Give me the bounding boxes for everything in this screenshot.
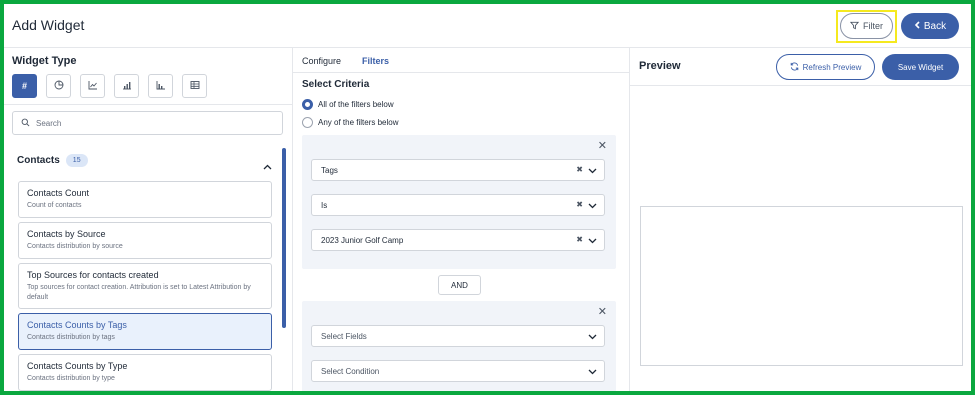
card-description: Top sources for contact creation. Attrib…	[27, 284, 251, 301]
save-widget-button[interactable]: Save Widget	[882, 54, 959, 80]
refresh-preview-button[interactable]: Refresh Preview	[776, 54, 875, 80]
chevron-down-icon[interactable]	[588, 237, 597, 246]
condition-select-placeholder: Select Condition	[321, 366, 380, 376]
preview-panel: Preview Refresh Preview Save Widget	[630, 48, 971, 391]
preview-canvas	[640, 206, 963, 366]
clear-icon[interactable]: ✖	[576, 165, 583, 174]
value-select[interactable]: 2023 Junior Golf Camp ✖	[311, 229, 605, 251]
card-title: Contacts Counts by Tags	[27, 320, 127, 330]
preview-title: Preview	[639, 60, 681, 72]
clear-icon[interactable]: ✖	[576, 235, 583, 244]
horizontal-bar-chart-icon	[156, 80, 166, 92]
contacts-group-header[interactable]: Contacts 15	[17, 154, 88, 167]
chevron-left-icon	[914, 20, 921, 32]
condition-select-value: Is	[321, 200, 328, 210]
filter-button[interactable]: Filter	[840, 13, 893, 39]
card-title: Contacts Count	[27, 188, 90, 198]
close-icon[interactable]: ✕	[598, 307, 607, 318]
field-select-placeholder: Select Fields	[321, 331, 367, 341]
header: Add Widget Filter Back	[4, 4, 971, 48]
widget-card[interactable]: Contacts Count Count of contacts	[18, 181, 272, 218]
clear-icon[interactable]: ✖	[576, 200, 583, 209]
field-select-value: Tags	[321, 165, 338, 175]
radio-any-filters[interactable]: Any of the filters below	[302, 117, 398, 128]
field-select[interactable]: Tags ✖	[311, 159, 605, 181]
refresh-preview-label: Refresh Preview	[802, 62, 862, 72]
card-description: Contacts distribution by source	[27, 243, 123, 250]
radio-label: All of the filters below	[318, 100, 394, 109]
filter-group: ✕ Tags ✖ Is ✖ 2023 Junior Golf Camp ✖	[302, 135, 616, 269]
condition-select[interactable]: Select Condition	[311, 360, 605, 382]
search-icon	[21, 114, 30, 132]
widget-card[interactable]: Contacts Counts by Type Contacts distrib…	[18, 354, 272, 391]
search-input[interactable]	[36, 118, 236, 128]
widget-card-selected[interactable]: Contacts Counts by Tags Contacts distrib…	[18, 313, 272, 350]
tab-bar: Configure Filters	[293, 48, 629, 73]
chevron-down-icon[interactable]	[588, 167, 597, 176]
select-criteria-label: Select Criteria	[302, 79, 370, 90]
table-icon	[190, 80, 200, 92]
type-hbar-button[interactable]	[148, 74, 173, 98]
chevron-down-icon[interactable]	[588, 333, 597, 342]
type-pie-button[interactable]	[46, 74, 71, 98]
divider	[4, 104, 292, 105]
back-button[interactable]: Back	[901, 13, 959, 39]
widget-card[interactable]: Top Sources for contacts created Top sou…	[18, 263, 272, 309]
hash-icon: #	[21, 81, 27, 91]
field-select[interactable]: Select Fields	[311, 325, 605, 347]
radio-label: Any of the filters below	[318, 118, 399, 127]
back-button-label: Back	[923, 20, 947, 32]
card-title: Top Sources for contacts created	[27, 270, 159, 280]
widget-type-label: Widget Type	[12, 55, 77, 67]
search-box	[12, 111, 283, 135]
close-icon[interactable]: ✕	[598, 141, 607, 152]
card-title: Contacts by Source	[27, 229, 106, 239]
type-number-button[interactable]: #	[12, 74, 37, 98]
funnel-icon	[849, 21, 860, 32]
scrollbar-thumb[interactable]	[282, 148, 286, 328]
chevron-down-icon[interactable]	[588, 202, 597, 211]
page-title: Add Widget	[12, 17, 85, 33]
group-count-badge: 15	[65, 154, 88, 167]
radio-checked[interactable]	[302, 99, 313, 110]
type-line-button[interactable]	[80, 74, 105, 98]
filter-group: ✕ Select Fields Select Condition	[302, 301, 616, 391]
type-table-button[interactable]	[182, 74, 207, 98]
chevron-up-icon[interactable]	[263, 157, 272, 175]
type-bar-button[interactable]	[114, 74, 139, 98]
tab-filters[interactable]: Filters	[362, 56, 389, 66]
widget-card[interactable]: Contacts by Source Contacts distribution…	[18, 222, 272, 259]
app-frame: Add Widget Filter Back Widget Type # Sea…	[0, 0, 975, 395]
widget-type-panel: Widget Type # Search Contacts 15 Contact…	[4, 48, 293, 391]
radio-unchecked[interactable]	[302, 117, 313, 128]
value-select-value: 2023 Junior Golf Camp	[321, 235, 404, 245]
refresh-icon	[790, 62, 799, 73]
bar-chart-icon	[122, 80, 132, 92]
card-title: Contacts Counts by Type	[27, 361, 128, 371]
radio-all-filters[interactable]: All of the filters below	[302, 99, 394, 110]
configuration-panel: Configure Filters Select Criteria All of…	[293, 48, 630, 391]
line-chart-icon	[88, 80, 98, 92]
filter-button-label: Filter	[863, 21, 883, 31]
tab-configure[interactable]: Configure	[302, 56, 341, 66]
card-description: Contacts distribution by type	[27, 375, 115, 382]
divider	[630, 85, 971, 86]
widget-type-selector: #	[12, 74, 207, 98]
card-description: Contacts distribution by tags	[27, 334, 115, 341]
and-button[interactable]: AND	[438, 275, 481, 295]
pie-chart-icon	[54, 80, 64, 92]
group-title: Contacts	[17, 155, 60, 166]
card-description: Count of contacts	[27, 202, 82, 209]
chevron-down-icon[interactable]	[588, 368, 597, 377]
condition-select[interactable]: Is ✖	[311, 194, 605, 216]
